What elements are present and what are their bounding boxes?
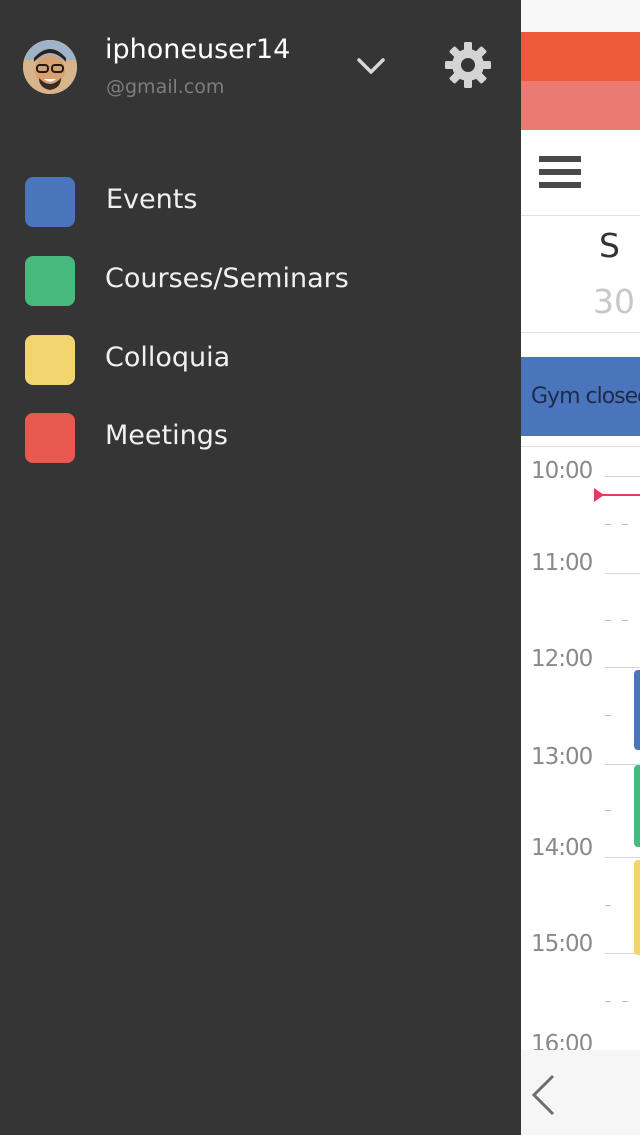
- account-email: @gmail.com: [106, 76, 225, 98]
- half-hour-mark: [605, 524, 611, 525]
- back-arrow-icon[interactable]: [529, 1072, 559, 1118]
- divider: [521, 446, 640, 447]
- hour-label: 10:00: [531, 458, 593, 484]
- day-letter: S: [599, 226, 620, 265]
- divider: [521, 332, 640, 333]
- calendar-view: S 30 Gym closed 10:00 11:00 12:00 13:00 …: [521, 0, 640, 1135]
- category-label: Events: [106, 184, 198, 215]
- header-bar-primary: [521, 32, 640, 81]
- event-block[interactable]: [634, 860, 640, 955]
- current-time-line: [600, 494, 640, 496]
- day-number[interactable]: 30: [593, 282, 635, 321]
- half-hour-mark: [605, 715, 611, 716]
- event-block[interactable]: [634, 670, 640, 750]
- hour-line: [605, 667, 640, 668]
- category-color-swatch: [25, 256, 75, 306]
- category-label: Meetings: [105, 420, 228, 451]
- hour-label: 14:00: [531, 835, 593, 861]
- header-bar-secondary: [521, 81, 640, 130]
- hour-label: 15:00: [531, 931, 593, 957]
- category-color-swatch: [25, 413, 75, 463]
- hour-label: 11:00: [531, 550, 593, 576]
- chevron-down-icon[interactable]: [354, 50, 388, 84]
- category-meetings[interactable]: Meetings: [0, 402, 521, 474]
- menu-icon[interactable]: [539, 156, 581, 188]
- category-colloquia[interactable]: Colloquia: [0, 324, 521, 396]
- hour-label: 12:00: [531, 646, 593, 672]
- category-label: Courses/Seminars: [105, 263, 349, 294]
- half-hour-mark: [605, 810, 611, 811]
- event-block[interactable]: [634, 765, 640, 847]
- category-color-swatch: [25, 177, 75, 227]
- half-hour-mark: [605, 1001, 611, 1002]
- half-hour-mark: [622, 1001, 628, 1002]
- status-strip: [521, 0, 640, 32]
- side-drawer: iphoneuser14 @gmail.com Events Courses/S…: [0, 0, 521, 1135]
- hour-line: [605, 573, 640, 574]
- divider: [521, 215, 640, 216]
- hour-line: [605, 857, 640, 858]
- hour-line: [605, 476, 640, 477]
- half-hour-mark: [605, 620, 611, 621]
- category-events[interactable]: Events: [0, 166, 521, 238]
- category-courses-seminars[interactable]: Courses/Seminars: [0, 245, 521, 317]
- category-label: Colloquia: [105, 342, 231, 373]
- avatar[interactable]: [23, 40, 77, 94]
- category-color-swatch: [25, 335, 75, 385]
- account-name: iphoneuser14: [105, 34, 291, 65]
- gear-icon[interactable]: [443, 40, 493, 90]
- hour-label: 13:00: [531, 744, 593, 770]
- all-day-event[interactable]: Gym closed: [521, 357, 640, 436]
- half-hour-mark: [622, 524, 628, 525]
- half-hour-mark: [622, 620, 628, 621]
- half-hour-mark: [605, 905, 611, 906]
